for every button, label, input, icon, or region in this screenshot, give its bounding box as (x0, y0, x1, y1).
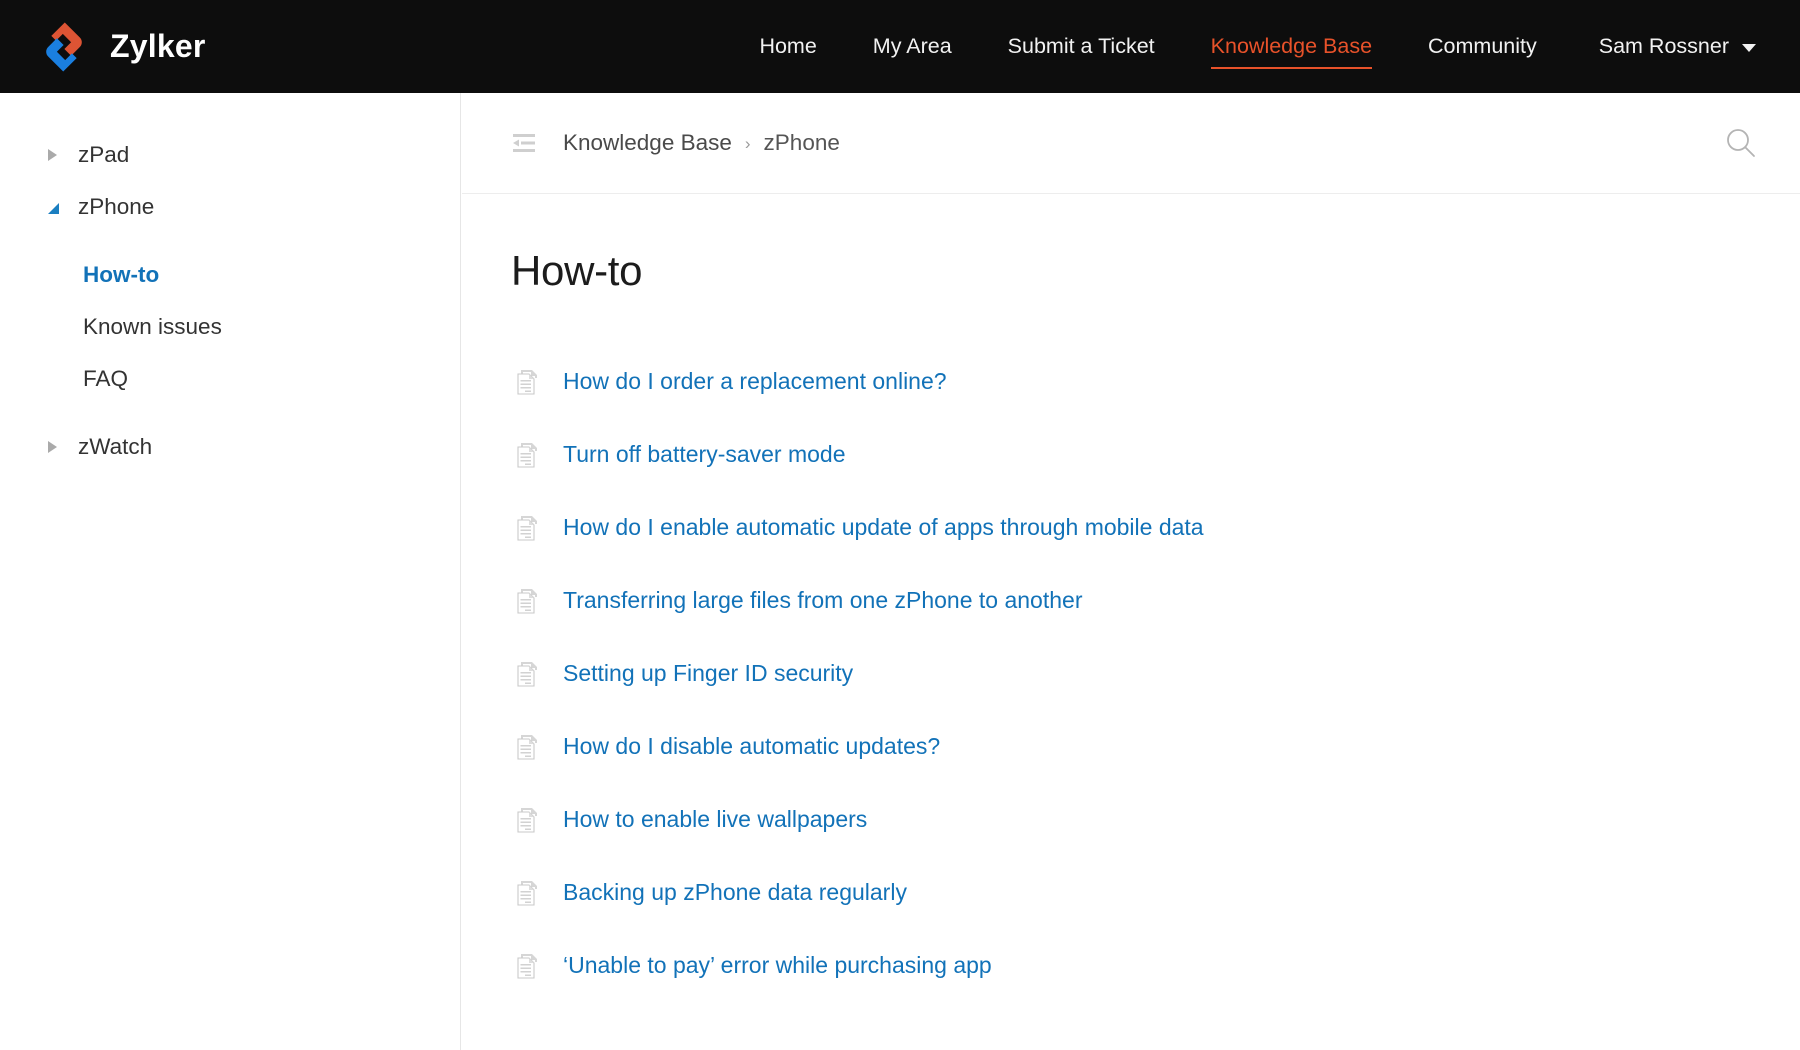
article-link[interactable]: How do I order a replacement online? (563, 368, 947, 395)
chevron-down-icon (1742, 44, 1756, 52)
article-link[interactable]: ‘Unable to pay’ error while purchasing a… (563, 952, 992, 979)
nav-item-community[interactable]: Community (1400, 0, 1565, 93)
sidebar-item-label: zPad (78, 142, 129, 168)
sidebar-item-how-to[interactable]: How-to (0, 249, 460, 301)
breadcrumb-item-zphone[interactable]: zPhone (764, 130, 840, 156)
list-item[interactable]: Turn off battery-saver mode (511, 418, 1751, 491)
document-icon (517, 369, 539, 395)
article-list-panel: How-to How do I order a replacement onli… (462, 247, 1800, 1002)
primary-nav: Home My Area Submit a Ticket Knowledge B… (731, 0, 1766, 93)
triangle-right-icon[interactable] (48, 149, 74, 161)
article-link[interactable]: Backing up zPhone data regularly (563, 879, 907, 906)
document-icon (517, 807, 539, 833)
collapse-sidebar-icon[interactable] (511, 133, 537, 153)
document-icon (517, 515, 539, 541)
page-title: How-to (511, 247, 1751, 295)
main-content: Knowledge Base › zPhone How-to (462, 93, 1800, 1050)
article-link[interactable]: How do I enable automatic update of apps… (563, 514, 1204, 541)
article-link[interactable]: How do I disable automatic updates? (563, 733, 940, 760)
breadcrumb-bar: Knowledge Base › zPhone (462, 93, 1800, 194)
document-icon (517, 442, 539, 468)
nav-item-submit-a-ticket[interactable]: Submit a Ticket (980, 0, 1183, 93)
sidebar-item-faq[interactable]: FAQ (0, 353, 460, 405)
document-icon (517, 953, 539, 979)
sidebar-item-known-issues[interactable]: Known issues (0, 301, 460, 353)
list-item[interactable]: Transferring large files from one zPhone… (511, 564, 1751, 637)
list-item[interactable]: How do I disable automatic updates? (511, 710, 1751, 783)
sidebar-item-label: Known issues (83, 314, 222, 340)
breadcrumb-separator: › (745, 135, 751, 152)
document-icon (517, 880, 539, 906)
document-icon (517, 734, 539, 760)
nav-item-knowledge-base[interactable]: Knowledge Base (1183, 0, 1400, 93)
article-link[interactable]: Transferring large files from one zPhone… (563, 587, 1082, 614)
user-name: Sam Rossner (1599, 0, 1729, 93)
article-link[interactable]: Turn off battery-saver mode (563, 441, 846, 468)
sidebar-item-zpad[interactable]: zPad (0, 129, 460, 181)
search-icon (1724, 126, 1758, 160)
sidebar-item-zwatch[interactable]: zWatch (0, 421, 460, 473)
document-icon (517, 661, 539, 687)
triangle-down-icon[interactable] (48, 200, 74, 214)
list-item[interactable]: How do I order a replacement online? (511, 345, 1751, 418)
sidebar-spacer (0, 405, 460, 421)
article-link[interactable]: How to enable live wallpapers (563, 806, 867, 833)
sidebar-spacer (0, 233, 460, 249)
list-item[interactable]: ‘Unable to pay’ error while purchasing a… (511, 929, 1751, 1002)
list-item[interactable]: How do I enable automatic update of apps… (511, 491, 1751, 564)
brand-logo-link[interactable]: Zylker (36, 19, 205, 75)
document-icon (517, 588, 539, 614)
nav-item-home[interactable]: Home (731, 0, 844, 93)
sidebar-item-zphone[interactable]: zPhone (0, 181, 460, 233)
triangle-right-icon[interactable] (48, 441, 74, 453)
sidebar-item-label: zPhone (78, 194, 154, 220)
list-item[interactable]: How to enable live wallpapers (511, 783, 1751, 856)
list-item[interactable]: Setting up Finger ID security (511, 637, 1751, 710)
breadcrumb-item-knowledge-base[interactable]: Knowledge Base (563, 130, 732, 156)
top-navigation-bar: Zylker Home My Area Submit a Ticket Know… (0, 0, 1800, 93)
brand-name: Zylker (110, 28, 205, 65)
sidebar-item-label: FAQ (83, 366, 128, 392)
list-item[interactable]: Backing up zPhone data regularly (511, 856, 1751, 929)
search-button[interactable] (1722, 124, 1760, 162)
article-list: How do I order a replacement online? Tur… (511, 345, 1751, 1002)
sidebar-item-label: zWatch (78, 434, 152, 460)
nav-item-my-area[interactable]: My Area (845, 0, 980, 93)
zylker-double-chevron-logo-icon (36, 19, 92, 75)
sidebar: zPad zPhone How-to Known issues FAQ zWat… (0, 93, 461, 1050)
sidebar-item-label: How-to (83, 262, 159, 288)
user-menu[interactable]: Sam Rossner (1565, 0, 1766, 93)
article-link[interactable]: Setting up Finger ID security (563, 660, 853, 687)
